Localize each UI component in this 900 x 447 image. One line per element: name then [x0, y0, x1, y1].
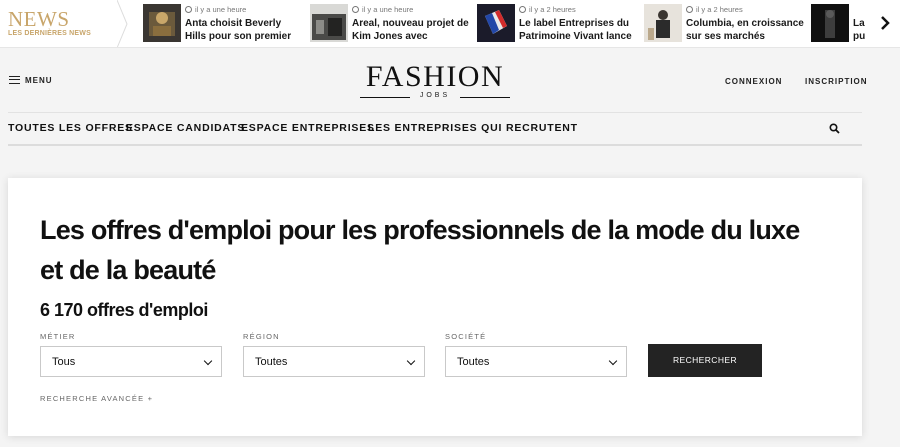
nav-divider — [8, 144, 862, 146]
clock-icon — [686, 6, 693, 13]
hamburger-icon — [9, 76, 20, 84]
ticker-item[interactable]: il y a une heure Areal, nouveau projet d… — [310, 4, 472, 44]
news-thumbnail — [477, 4, 515, 42]
ticker-title: Le label Entreprises du Patrimoine Vivan… — [519, 18, 632, 42]
nav-hiring-companies[interactable]: LES ENTREPRISES QUI RECRUTENT — [368, 122, 578, 134]
page-title: Les offres d'emploi pour les professionn… — [40, 215, 800, 285]
login-link[interactable]: CONNEXION — [725, 77, 782, 86]
news-thumbnail — [310, 4, 348, 42]
ticker-title: Columbia, en croissance sur ses marchés … — [686, 18, 804, 42]
job-search-card: Les offres d'emploi pour les professionn… — [8, 178, 862, 436]
header-divider — [8, 112, 862, 113]
chevron-down-icon — [608, 356, 618, 366]
chevron-down-icon — [203, 356, 213, 366]
ticker-time: il y a 2 heures — [519, 5, 576, 14]
ticker-title: La pu — [853, 18, 866, 42]
clock-icon — [185, 6, 192, 13]
clock-icon — [352, 6, 359, 13]
news-thumbnail — [143, 4, 181, 42]
badge-arrow-shape — [117, 0, 128, 47]
logo-sub: JOBS — [360, 92, 510, 101]
ticker-next-button[interactable] — [870, 0, 900, 47]
ticker-item[interactable]: il y a 2 heures Le label Entreprises du … — [477, 4, 639, 44]
clock-icon — [519, 6, 526, 13]
logo-word: FASHION — [365, 60, 505, 93]
news-thumbnail — [811, 4, 849, 42]
menu-label: MENU — [25, 76, 53, 85]
logo-sub-text: JOBS — [419, 92, 451, 99]
ticker-time: il y a 2 heures — [686, 5, 743, 14]
company-select[interactable]: Toutes — [445, 346, 627, 377]
news-badge[interactable]: NEWS LES DERNIÈRES NEWS — [0, 0, 128, 47]
offers-count: 6 170 offres d'emploi — [40, 300, 208, 320]
company-field-label: SOCIÉTÉ — [445, 332, 487, 341]
nav-companies[interactable]: ESPACE ENTREPRISES — [241, 122, 375, 134]
ticker-title: Anta choisit Beverly Hills pour son prem… — [185, 18, 292, 42]
register-link[interactable]: INSCRIPTION — [805, 77, 868, 86]
news-thumbnail — [644, 4, 682, 42]
advanced-search-link[interactable]: RECHERCHE AVANCÉE + — [40, 394, 153, 403]
news-ticker: NEWS LES DERNIÈRES NEWS il y a une heure… — [0, 0, 900, 48]
job-field-label: MÉTIER — [40, 332, 76, 341]
search-submit-button[interactable]: RECHERCHER — [648, 344, 762, 377]
region-field-label: RÉGION — [243, 332, 280, 341]
region-select[interactable]: Toutes — [243, 346, 425, 377]
news-badge-subtitle: LES DERNIÈRES NEWS — [8, 30, 91, 37]
ticker-time: il y a une heure — [352, 5, 413, 14]
ticker-item[interactable]: il y a 2 heures Columbia, en croissance … — [644, 4, 806, 44]
ticker-title: Areal, nouveau projet de Kim Jones avec … — [352, 18, 469, 42]
nav-all-offers[interactable]: TOUTES LES OFFRES — [8, 122, 133, 134]
ticker-item[interactable]: il y a une heure Anta choisit Beverly Hi… — [143, 4, 305, 44]
news-badge-title: NEWS — [8, 7, 70, 31]
ticker-time: il y a une heure — [185, 5, 246, 14]
search-icon — [829, 123, 840, 134]
nav-candidates[interactable]: ESPACE CANDIDATS — [126, 122, 245, 134]
ticker-item[interactable]: La pu — [811, 4, 871, 44]
menu-button[interactable]: MENU — [9, 76, 53, 85]
company-select-value: Toutes — [457, 356, 490, 368]
region-select-value: Toutes — [255, 356, 288, 368]
chevron-down-icon — [406, 356, 416, 366]
search-button[interactable] — [828, 122, 842, 136]
job-select-value: Tous — [52, 356, 76, 368]
site-logo[interactable]: FASHION JOBS — [360, 62, 510, 100]
job-select[interactable]: Tous — [40, 346, 222, 377]
chevron-right-icon — [881, 16, 890, 30]
